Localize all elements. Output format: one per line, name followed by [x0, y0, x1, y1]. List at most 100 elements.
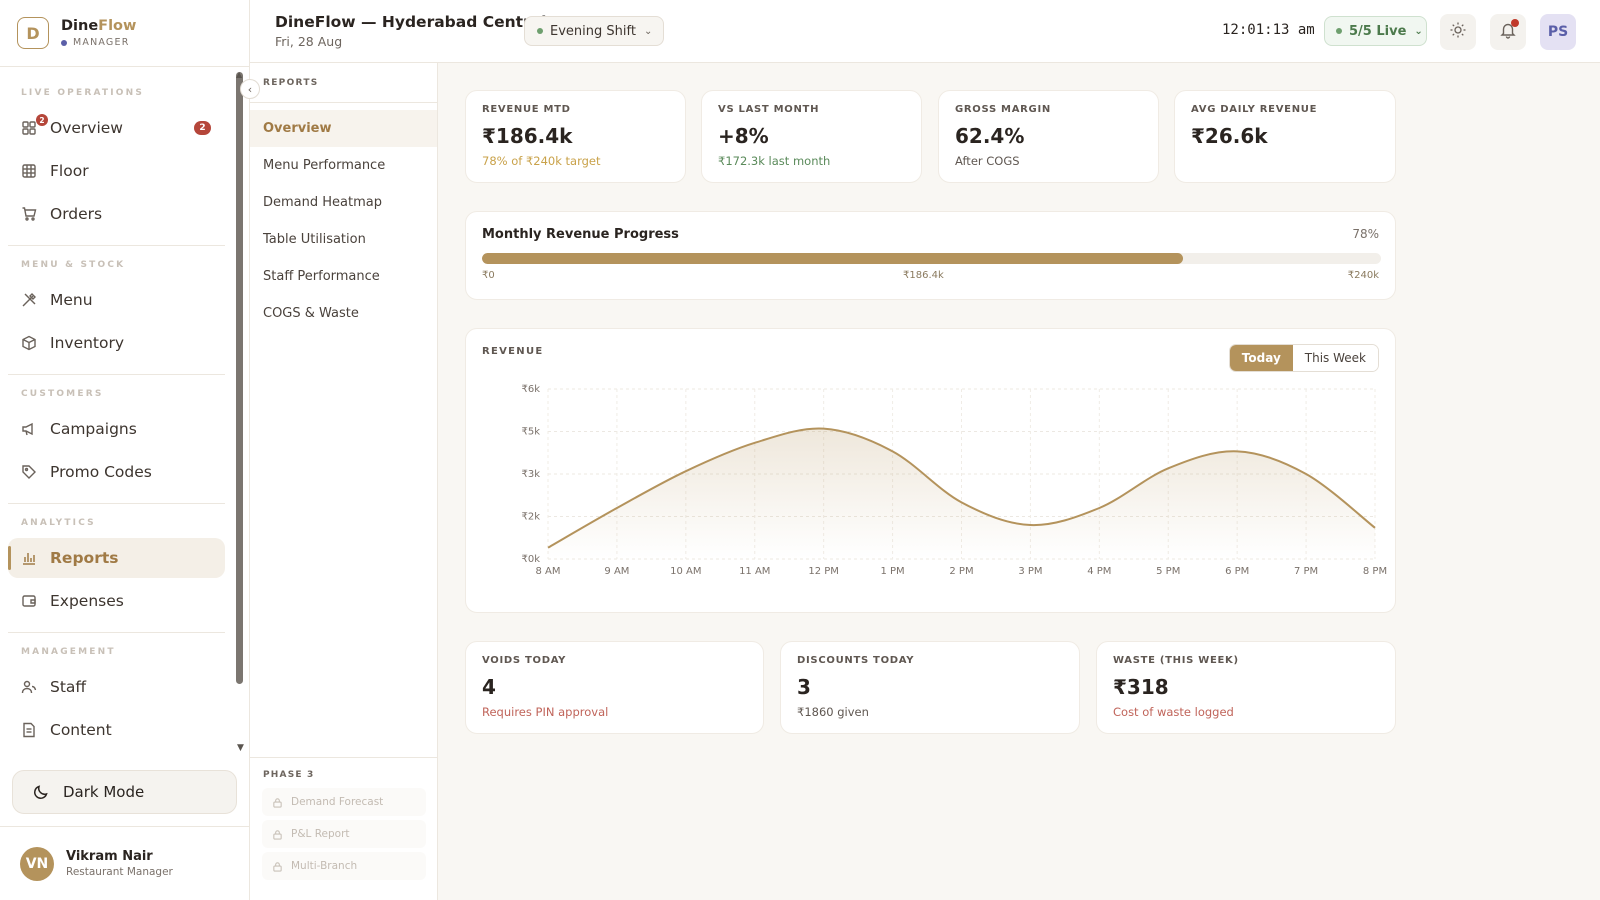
user-name: Vikram Nair: [66, 849, 153, 864]
user-avatar: VN: [20, 846, 54, 881]
voids-today-card: VOIDS TODAY 4 Requires PIN approval: [465, 641, 764, 734]
chevron-down-icon: ⌄: [1414, 25, 1423, 37]
card-sub: ₹1860 given: [797, 705, 869, 719]
progress-track: [482, 253, 1381, 264]
sidebar-divider: [8, 245, 225, 246]
sidebar-item-staff[interactable]: Staff: [8, 667, 225, 707]
sun-icon: [1449, 21, 1467, 43]
grid-icon: [21, 163, 37, 179]
file-icon: [21, 722, 37, 738]
live-status-selector[interactable]: 5/5 Live ⌄: [1324, 16, 1427, 46]
tag-icon: [21, 464, 37, 480]
dineflow-logo[interactable]: D: [17, 17, 49, 49]
topbar: DineFlow — Hyderabad Central Fri, 28 Aug…: [250, 0, 1600, 63]
kpi-sub: 78% of ₹240k target: [482, 154, 601, 168]
notification-dot-icon: [1511, 19, 1519, 27]
overview-icon-badge: 2: [36, 114, 48, 126]
sidebar-item-label: Floor: [50, 162, 89, 180]
kpi-card-vs-last-month: VS LAST MONTH +8% ₹172.3k last month: [701, 90, 922, 183]
subnav-item-cogs-waste[interactable]: COGS & Waste: [250, 295, 437, 332]
sidebar-item-orders[interactable]: Orders: [8, 194, 225, 234]
shift-selector[interactable]: Evening Shift ⌄: [524, 16, 664, 46]
x-tick-label: 9 AM: [604, 566, 629, 577]
phase-item-pl-report: P&L Report: [262, 820, 426, 848]
subnav-item-table-utilisation[interactable]: Table Utilisation: [250, 221, 437, 258]
sidebar-item-inventory[interactable]: Inventory: [8, 323, 225, 363]
sidebar-item-label: Inventory: [50, 334, 125, 352]
subnav-item-demand-heatmap[interactable]: Demand Heatmap: [250, 184, 437, 221]
reports-subnav: REPORTS Overview Menu Performance Demand…: [250, 63, 438, 900]
sidebar-item-label: Promo Codes: [50, 463, 152, 481]
sidebar-item-promo-codes[interactable]: Promo Codes: [8, 452, 225, 492]
y-tick-label: ₹6k: [521, 384, 540, 395]
x-tick-label: 2 PM: [949, 566, 973, 577]
phase-item-demand-forecast: Demand Forecast: [262, 788, 426, 816]
sidebar-divider: [8, 632, 225, 633]
phase-item-label: Multi-Branch: [291, 860, 358, 872]
brand-header: D DineFlow MANAGER: [0, 0, 249, 67]
brand-name-part: Dine: [61, 18, 99, 34]
sidebar-item-campaigns[interactable]: Campaigns: [8, 409, 225, 449]
scroll-down-arrow-icon[interactable]: ▼: [237, 743, 244, 753]
subnav-item-overview[interactable]: Overview: [250, 110, 437, 147]
sidebar-item-menu[interactable]: Menu: [8, 280, 225, 320]
revenue-area-chart: ₹0k ₹2k ₹3k ₹5k ₹6k 8 AM 9 AM 10 AM 11 AM 12 PM 1 …: [521, 384, 1387, 577]
card-label: VOIDS TODAY: [482, 655, 567, 666]
sidebar-item-overview[interactable]: 2 Overview 2: [8, 108, 225, 148]
sidebar-item-expenses[interactable]: Expenses: [8, 581, 225, 621]
sidebar-scrollbar[interactable]: [236, 72, 243, 684]
monthly-revenue-progress-card: Monthly Revenue Progress 78% ₹0 ₹186.4k …: [465, 211, 1396, 300]
role-label: MANAGER: [73, 37, 130, 48]
kpi-label: REVENUE MTD: [482, 104, 571, 115]
overview-count-badge: 2: [194, 121, 211, 135]
subnav-item-staff-performance[interactable]: Staff Performance: [250, 258, 437, 295]
sidebar-divider: [8, 374, 225, 375]
kpi-value: 62.4%: [955, 124, 1025, 148]
x-tick-label: 12 PM: [808, 566, 839, 577]
bar-chart-icon: [21, 550, 37, 566]
sidebar-item-label: Reports: [50, 549, 119, 567]
revenue-chart-card: REVENUE Today This Week ₹0k ₹2k ₹3k ₹5k ₹6k 8…: [465, 328, 1396, 613]
dark-mode-label: Dark Mode: [63, 783, 145, 801]
profile-button[interactable]: PS: [1540, 14, 1576, 50]
y-tick-label: ₹3k: [521, 469, 540, 480]
x-tick-label: 8 AM: [535, 566, 560, 577]
progress-end-label: ₹240k: [1347, 270, 1379, 281]
card-value: 3: [797, 675, 811, 699]
card-value: 4: [482, 675, 496, 699]
current-user[interactable]: VN Vikram Nair Restaurant Manager: [0, 826, 250, 900]
kpi-label: VS LAST MONTH: [718, 104, 820, 115]
dark-mode-toggle[interactable]: Dark Mode: [12, 770, 237, 814]
sidebar-item-content[interactable]: Content: [8, 710, 225, 750]
user-role: Restaurant Manager: [66, 866, 173, 878]
section-title-live-operations: LIVE OPERATIONS: [21, 88, 145, 98]
kpi-label: GROSS MARGIN: [955, 104, 1051, 115]
megaphone-icon: [21, 421, 37, 437]
collapse-sidebar-button[interactable]: ‹: [240, 79, 260, 99]
discounts-today-card: DISCOUNTS TODAY 3 ₹1860 given: [780, 641, 1080, 734]
sidebar-item-label: Overview: [50, 119, 123, 137]
subnav-title: REPORTS: [250, 63, 437, 103]
x-tick-label: 1 PM: [880, 566, 904, 577]
sidebar-item-reports[interactable]: Reports: [8, 538, 225, 578]
phase-item-label: P&L Report: [291, 828, 350, 840]
phase-item-label: Demand Forecast: [291, 796, 384, 808]
sidebar-item-label: Menu: [50, 291, 93, 309]
sidebar-item-floor[interactable]: Floor: [8, 151, 225, 191]
clock: 12:01:13 am: [1222, 22, 1315, 38]
scroll-up-arrow-icon[interactable]: ▲: [236, 70, 242, 79]
kpi-card-avg-daily-revenue: AVG DAILY REVENUE ₹26.6k: [1174, 90, 1396, 183]
section-title-customers: CUSTOMERS: [21, 389, 104, 399]
x-tick-label: 7 PM: [1294, 566, 1318, 577]
kpi-card-revenue-mtd: REVENUE MTD ₹186.4k 78% of ₹240k target: [465, 90, 686, 183]
theme-button[interactable]: [1440, 14, 1476, 50]
notifications-button[interactable]: [1490, 14, 1526, 50]
card-value: ₹318: [1113, 675, 1169, 699]
x-tick-label: 8 PM: [1363, 566, 1387, 577]
x-tick-label: 3 PM: [1018, 566, 1042, 577]
live-dot-icon: [1336, 28, 1342, 34]
brand-name: DineFlow: [61, 18, 136, 34]
phase-title: PHASE 3: [263, 770, 315, 780]
live-label: 5/5 Live: [1349, 23, 1407, 39]
subnav-item-menu-performance[interactable]: Menu Performance: [250, 147, 437, 184]
